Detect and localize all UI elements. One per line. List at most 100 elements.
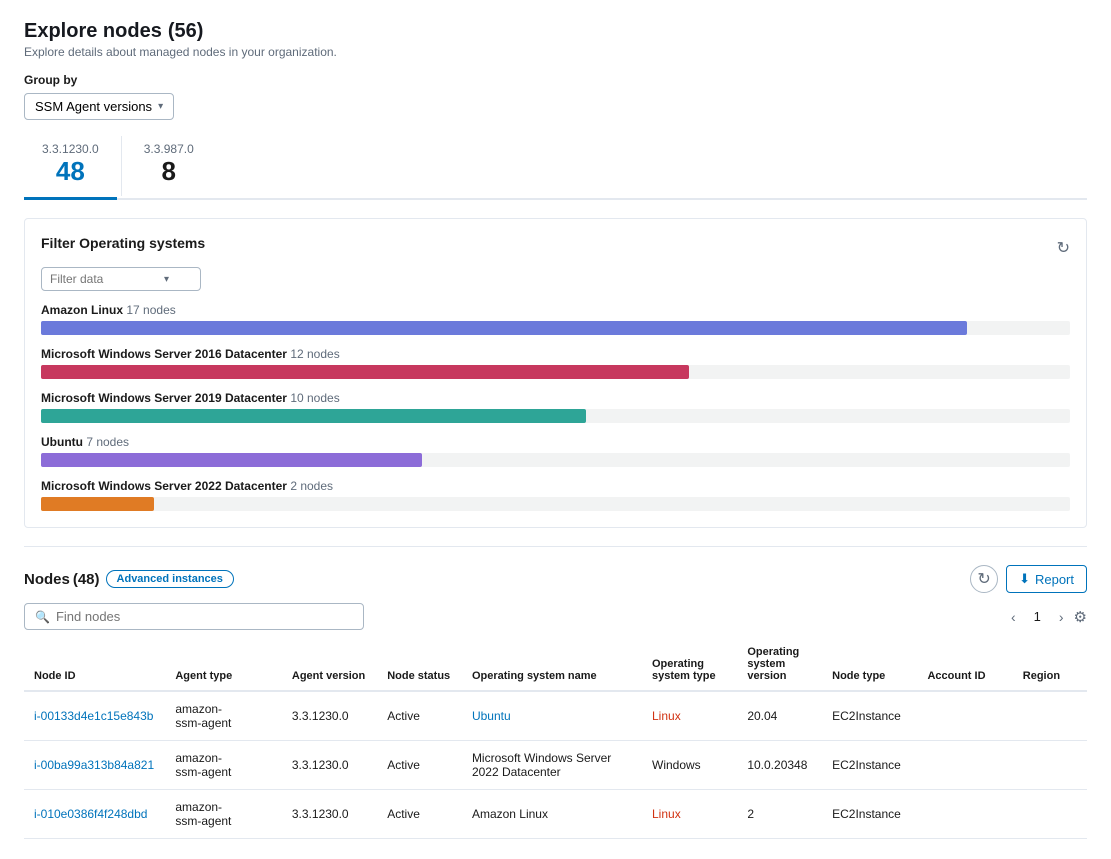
- section-divider: [24, 546, 1087, 547]
- report-button[interactable]: ⬇ Report: [1006, 565, 1087, 593]
- bar-node-count-3: 7 nodes: [86, 435, 129, 449]
- bar-fill-4: [41, 497, 154, 511]
- cell-node-id: i-00ba99a313b84a821: [24, 741, 165, 790]
- tab-version-1[interactable]: 3.3.1230.0 48: [24, 134, 117, 200]
- advanced-instances-badge: Advanced instances: [106, 570, 234, 588]
- bar-label-1: Microsoft Windows Server 2016 Datacenter…: [41, 347, 1070, 361]
- group-by-label: Group by: [24, 73, 1087, 87]
- cell-agent-version: 3.3.1230.0: [282, 691, 377, 741]
- bar-fill-1: [41, 365, 689, 379]
- bar-os-name-0: Amazon Linux: [41, 303, 123, 317]
- page-title-count: (56): [168, 20, 204, 43]
- col-os-type: Operating system type: [642, 638, 737, 691]
- report-label: Report: [1035, 572, 1074, 587]
- page-number: 1: [1026, 607, 1049, 626]
- bar-item-4: Microsoft Windows Server 2022 Datacenter…: [41, 479, 1070, 511]
- bar-os-name-4: Microsoft Windows Server 2022 Datacenter: [41, 479, 287, 493]
- col-agent-version: Agent version: [282, 638, 377, 691]
- table-body: i-00133d4e1c15e843b amazon- ssm-agent 3.…: [24, 691, 1087, 839]
- chevron-down-icon: ▾: [158, 101, 163, 112]
- search-wrap[interactable]: 🔍: [24, 603, 364, 630]
- cell-agent-type: amazon- ssm-agent: [165, 741, 282, 790]
- cell-node-type: EC2Instance: [822, 741, 917, 790]
- page-subtitle: Explore details about managed nodes in y…: [24, 45, 1087, 59]
- cell-account-id: [917, 790, 1012, 839]
- node-id-link[interactable]: i-010e0386f4f248dbd: [34, 807, 147, 821]
- cell-os-name: Ubuntu: [462, 691, 642, 741]
- col-os-name: Operating system name: [462, 638, 642, 691]
- bar-item-0: Amazon Linux 17 nodes: [41, 303, 1070, 335]
- node-id-link[interactable]: i-00ba99a313b84a821: [34, 758, 154, 772]
- bar-item-2: Microsoft Windows Server 2019 Datacenter…: [41, 391, 1070, 423]
- table-row: i-00133d4e1c15e843b amazon- ssm-agent 3.…: [24, 691, 1087, 741]
- node-id-link[interactable]: i-00133d4e1c15e843b: [34, 709, 153, 723]
- cell-node-status: Active: [377, 790, 462, 839]
- download-icon: ⬇: [1019, 571, 1030, 587]
- bar-os-name-1: Microsoft Windows Server 2016 Datacenter: [41, 347, 287, 361]
- nodes-count: (48): [73, 571, 100, 588]
- tab-version-2[interactable]: 3.3.987.0 8: [126, 134, 212, 198]
- cell-node-status: Active: [377, 691, 462, 741]
- cell-node-type: EC2Instance: [822, 691, 917, 741]
- nodes-title: Nodes: [24, 571, 70, 588]
- bar-item-1: Microsoft Windows Server 2016 Datacenter…: [41, 347, 1070, 379]
- col-node-id: Node ID: [24, 638, 165, 691]
- col-account-id: Account ID: [917, 638, 1012, 691]
- header-actions: ↻ ⬇ Report: [970, 565, 1087, 593]
- cell-os-version: 20.04: [737, 691, 822, 741]
- group-by-value: SSM Agent versions: [35, 99, 152, 114]
- cell-os-version: 2: [737, 790, 822, 839]
- bar-node-count-2: 10 nodes: [290, 391, 339, 405]
- bar-fill-0: [41, 321, 967, 335]
- cell-os-name: Microsoft Windows Server 2022 Datacenter: [462, 741, 642, 790]
- search-icon: 🔍: [35, 610, 50, 624]
- bar-fill-3: [41, 453, 422, 467]
- cell-os-type: Linux: [642, 790, 737, 839]
- group-by-dropdown[interactable]: SSM Agent versions ▾: [24, 93, 174, 120]
- bar-track-0: [41, 321, 1070, 335]
- cell-region: [1013, 741, 1087, 790]
- page-title: Explore nodes: [24, 20, 162, 43]
- col-node-type: Node type: [822, 638, 917, 691]
- chevron-down-icon: ▾: [164, 274, 169, 285]
- search-row: 🔍 ‹ 1 › ⚙: [24, 603, 1087, 630]
- cell-node-type: EC2Instance: [822, 790, 917, 839]
- refresh-icon[interactable]: ↻: [1057, 238, 1070, 258]
- tab-version-label-1: 3.3.1230.0: [42, 142, 99, 156]
- bar-label-4: Microsoft Windows Server 2022 Datacenter…: [41, 479, 1070, 493]
- refresh-nodes-button[interactable]: ↻: [970, 565, 998, 593]
- cell-node-id: i-010e0386f4f248dbd: [24, 790, 165, 839]
- bar-label-3: Ubuntu 7 nodes: [41, 435, 1070, 449]
- bar-node-count-1: 12 nodes: [290, 347, 339, 361]
- cell-account-id: [917, 741, 1012, 790]
- col-agent-type: Agent type: [165, 638, 282, 691]
- bar-track-3: [41, 453, 1070, 467]
- col-region: Region: [1013, 638, 1087, 691]
- nodes-table: Node ID Agent type Agent version Node st…: [24, 638, 1087, 839]
- cell-agent-type: amazon- ssm-agent: [165, 790, 282, 839]
- next-page-button[interactable]: ›: [1053, 607, 1070, 627]
- filter-input[interactable]: [50, 272, 160, 286]
- filter-input-wrap[interactable]: ▾: [41, 267, 201, 291]
- nodes-section-header: Nodes (48) Advanced instances ↻ ⬇ Report: [24, 565, 1087, 593]
- tab-version-label-2: 3.3.987.0: [144, 142, 194, 156]
- tab-count-2: 8: [144, 156, 194, 187]
- bar-track-2: [41, 409, 1070, 423]
- cell-agent-version: 3.3.1230.0: [282, 741, 377, 790]
- table-header-row: Node ID Agent type Agent version Node st…: [24, 638, 1087, 691]
- page-header: Explore nodes (56) Explore details about…: [24, 20, 1087, 59]
- cell-agent-type: amazon- ssm-agent: [165, 691, 282, 741]
- table-settings-icon[interactable]: ⚙: [1074, 608, 1087, 626]
- cell-node-status: Active: [377, 741, 462, 790]
- bar-os-name-3: Ubuntu: [41, 435, 83, 449]
- bar-fill-2: [41, 409, 586, 423]
- search-input[interactable]: [56, 609, 353, 624]
- pagination: ‹ 1 › ⚙: [1005, 607, 1087, 627]
- bar-os-name-2: Microsoft Windows Server 2019 Datacenter: [41, 391, 287, 405]
- bar-node-count-4: 2 nodes: [290, 479, 333, 493]
- prev-page-button[interactable]: ‹: [1005, 607, 1022, 627]
- cell-agent-version: 3.3.1230.0: [282, 790, 377, 839]
- cell-os-type: Linux: [642, 691, 737, 741]
- cell-region: [1013, 790, 1087, 839]
- bar-label-0: Amazon Linux 17 nodes: [41, 303, 1070, 317]
